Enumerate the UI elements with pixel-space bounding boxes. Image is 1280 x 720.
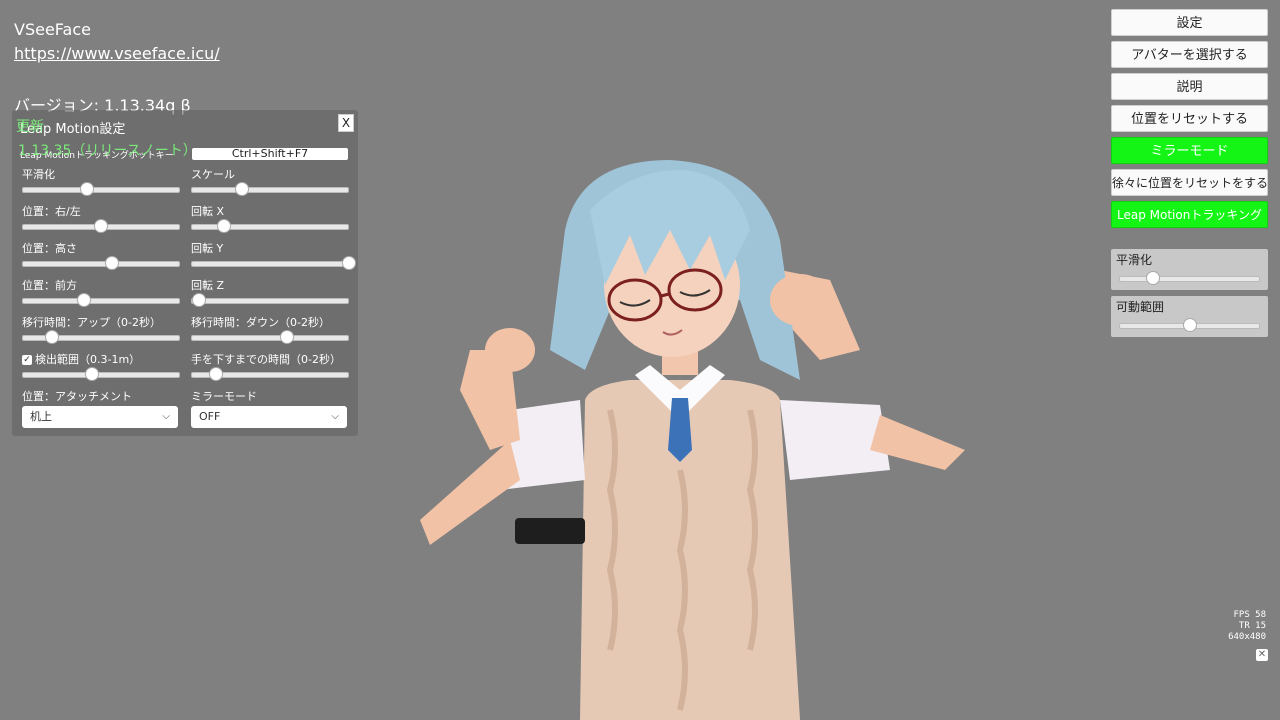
rotation-z-slider[interactable] [191,293,349,307]
slider-handle[interactable] [105,256,120,270]
transition-up-slider[interactable] [22,330,180,344]
smoothing-label: 平滑化 [22,168,55,181]
update-label[interactable]: 更新 [16,116,44,136]
right-smoothing-slider[interactable] [1119,271,1260,285]
transition-up-label: 移行時間：アップ（0-2秒） [22,316,161,329]
scale-slider[interactable] [191,182,349,196]
right-smoothing-label: 平滑化 [1116,253,1153,267]
position-lr-slider[interactable] [22,219,180,233]
rotation-x-label: 回転 X [191,205,225,218]
transition-up-control: 移行時間：アップ（0-2秒） [22,314,180,344]
smoothing-control: 平滑化 [22,166,180,196]
slider-handle[interactable] [209,367,224,381]
detection-range-slider[interactable] [22,367,180,381]
position-height-label: 位置：高さ [22,242,77,255]
settings-button[interactable]: 設定 [1111,9,1268,36]
rotation-x-control: 回転 X [191,203,349,233]
update-version-link[interactable]: 1.13.35（リリースノート） [18,140,197,160]
hotkey-field[interactable]: Ctrl+Shift+F7 [192,148,348,160]
position-forward-label: 位置：前方 [22,279,77,292]
smoothing-slider[interactable] [22,182,180,196]
slider-handle[interactable] [45,330,60,344]
mirror-control: ミラーモード [191,388,349,404]
app-name: VSeeFace [14,20,91,39]
mirror-mode-button[interactable]: ミラーモード [1111,137,1268,164]
chevron-down-icon: ⌵ [331,411,339,422]
hand-lower-time-slider[interactable] [191,367,349,381]
range-panel: 可動範囲 [1111,296,1268,337]
attachment-control: 位置：アタッチメント [22,388,180,404]
position-height-control: 位置：高さ [22,240,180,270]
close-icon[interactable]: ✕ [1256,649,1268,661]
transition-down-label: 移行時間：ダウン（0-2秒） [191,316,330,329]
position-forward-slider[interactable] [22,293,180,307]
avatar-model [420,160,965,720]
slider-handle[interactable] [79,182,94,196]
transition-down-slider[interactable] [191,330,349,344]
stats-overlay: FPS 58 TR 15 640x480 [1228,610,1266,643]
slider-handle[interactable] [342,256,356,270]
select-avatar-button[interactable]: アバターを選択する [1111,41,1268,68]
attachment-value: 机上 [30,410,52,423]
leap-tracking-button[interactable]: Leap Motionトラッキング [1111,201,1268,228]
close-button[interactable]: X [338,114,354,132]
tr-text: TR 15 [1238,621,1266,631]
position-lr-label: 位置：右/左 [22,205,81,218]
position-height-slider[interactable] [22,256,180,270]
slider-handle[interactable] [84,367,99,381]
position-forward-control: 位置：前方 [22,277,180,307]
slider-handle[interactable] [94,219,108,233]
mirror-value: OFF [199,410,221,423]
right-range-label: 可動範囲 [1116,300,1165,314]
slider-handle[interactable] [76,293,91,307]
rotation-y-slider[interactable] [191,256,356,270]
rotation-z-label: 回転 Z [191,279,225,292]
smoothing-panel: 平滑化 [1111,249,1268,290]
rotation-y-control: 回転 Y [191,240,356,270]
chevron-down-icon: ⌵ [162,411,170,422]
rotation-x-slider[interactable] [191,219,349,233]
reset-position-button[interactable]: 位置をリセットする [1111,105,1268,132]
help-button[interactable]: 説明 [1111,73,1268,100]
slider-handle[interactable] [217,219,232,233]
resolution-text: 640x480 [1228,632,1266,642]
app-url-link[interactable]: https://www.vseeface.icu/ [14,44,220,63]
scale-label: スケール [191,168,235,181]
detection-range-control: ✓ 検出範囲（0.3-1m） [22,351,180,381]
slider-handle[interactable] [1145,271,1160,285]
slider-handle[interactable] [191,293,206,307]
slider-handle[interactable] [280,330,295,344]
detection-range-checkbox[interactable]: ✓ [22,355,32,365]
attachment-label: 位置：アタッチメント [22,390,132,403]
hand-lower-time-control: 手を下すまでの時間（0-2秒） [191,351,349,381]
hand-lower-time-label: 手を下すまでの時間（0-2秒） [191,353,341,366]
mirror-dropdown[interactable]: OFF ⌵ [191,406,347,428]
rotation-z-control: 回転 Z [191,277,349,307]
slider-handle[interactable] [1182,318,1197,332]
right-range-slider[interactable] [1119,318,1260,332]
slider-handle[interactable] [234,182,249,196]
mirror-label: ミラーモード [191,390,257,403]
gradual-reset-button[interactable]: 徐々に位置をリセットをする [1111,169,1268,196]
attachment-dropdown[interactable]: 机上 ⌵ [22,406,178,428]
rotation-y-label: 回転 Y [191,242,224,255]
detection-range-label: 検出範囲（0.3-1m） [35,353,141,366]
fps-text: FPS 58 [1233,610,1266,620]
scale-control: スケール [191,166,349,196]
transition-down-control: 移行時間：ダウン（0-2秒） [191,314,349,344]
position-lr-control: 位置：右/左 [22,203,180,233]
